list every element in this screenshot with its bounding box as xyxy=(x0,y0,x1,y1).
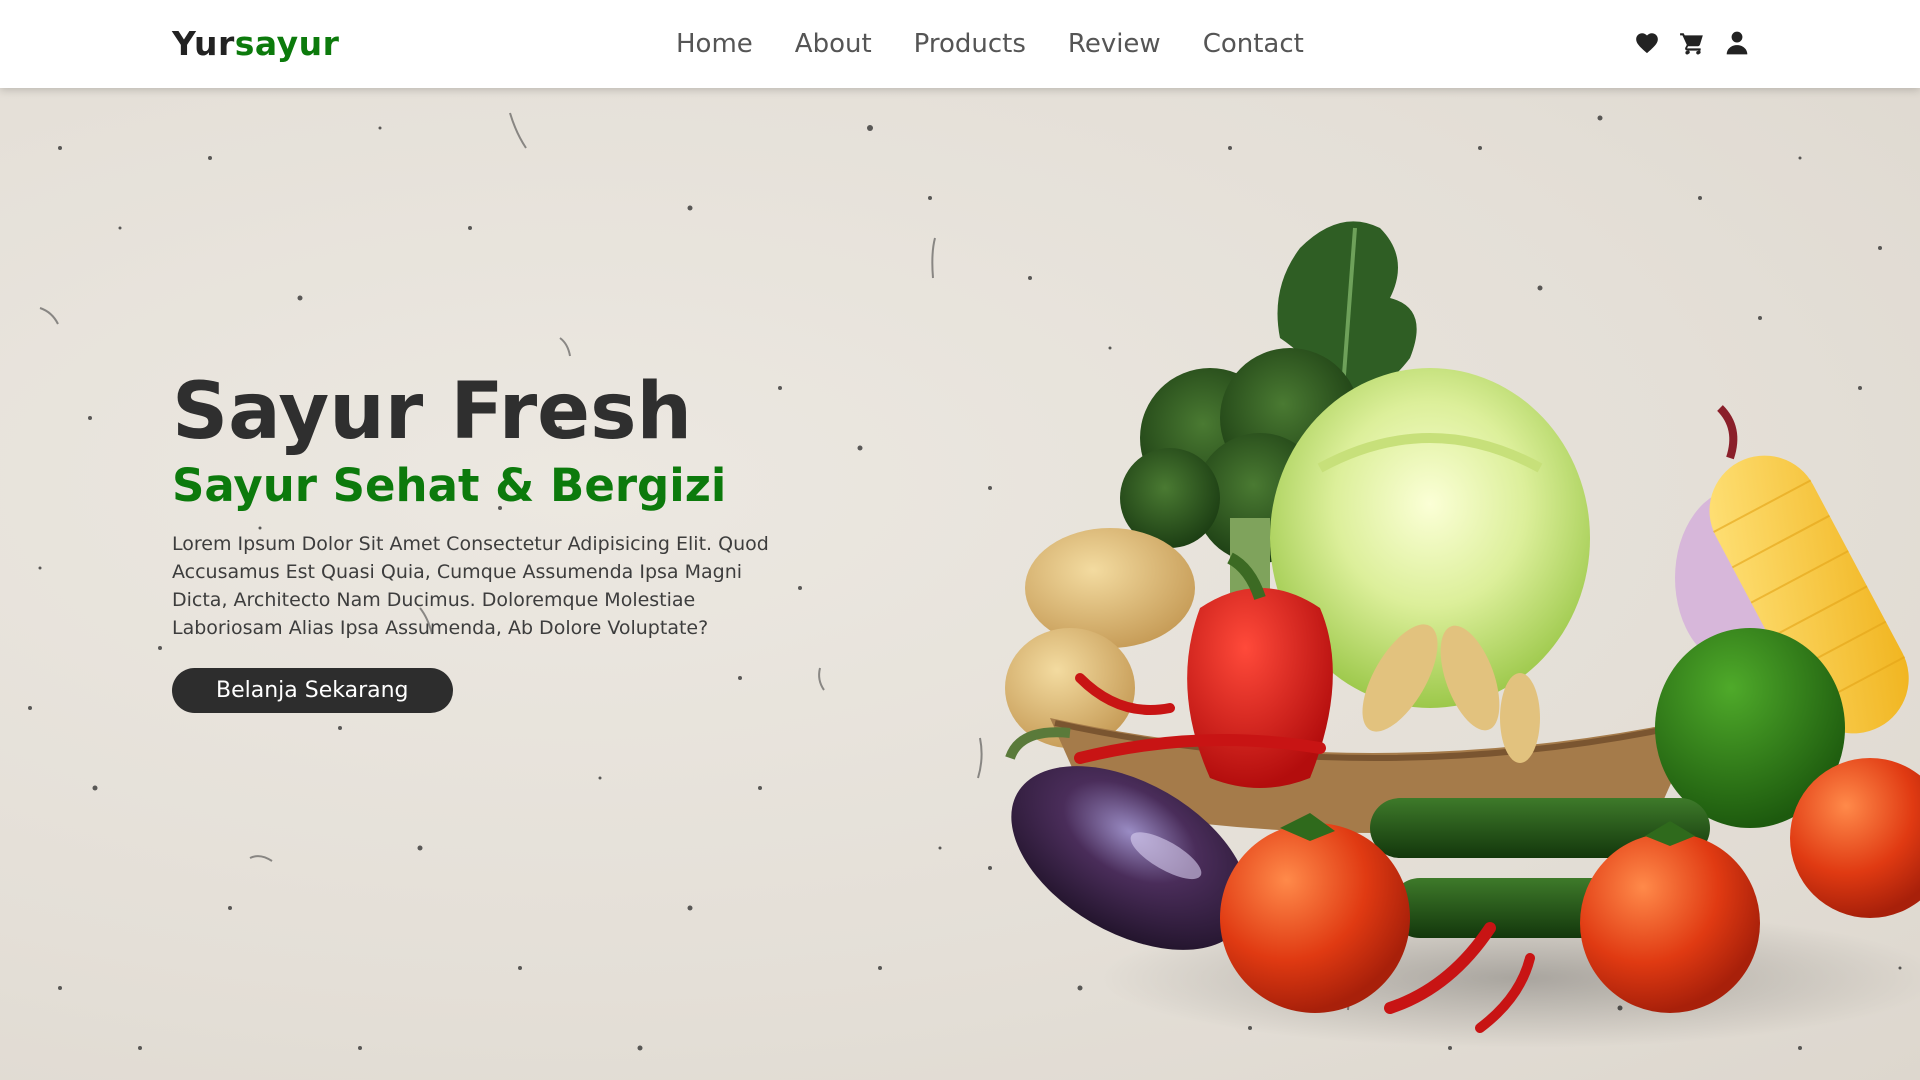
nav-icons xyxy=(1634,30,1750,56)
user-icon[interactable] xyxy=(1724,30,1750,56)
brand-logo[interactable]: Yursayur xyxy=(172,24,339,63)
hero-section: Sayur Fresh Sayur Sehat & Bergizi Lorem … xyxy=(0,88,1920,1080)
brand-accent: sayur xyxy=(234,24,340,63)
hero-title: Sayur Fresh xyxy=(172,367,693,457)
hero-content: Sayur Fresh Sayur Sehat & Bergizi Lorem … xyxy=(172,368,792,713)
vegetable-basket-image xyxy=(1005,221,1920,1048)
nav-link-contact[interactable]: Contact xyxy=(1203,26,1304,62)
main-nav: Home About Products Review Contact xyxy=(655,26,1325,62)
hero-subtitle: Sayur Sehat & Bergizi xyxy=(172,459,727,512)
brand-prefix: Yur xyxy=(172,24,235,63)
nav-link-review[interactable]: Review xyxy=(1068,26,1161,62)
navbar: Yursayur Home About Products Review Cont… xyxy=(0,0,1920,88)
nav-link-home[interactable]: Home xyxy=(676,26,753,62)
nav-link-about[interactable]: About xyxy=(795,26,872,62)
nav-link-products[interactable]: Products xyxy=(914,26,1026,62)
hero-description: Lorem Ipsum Dolor Sit Amet Consectetur A… xyxy=(172,533,769,639)
shop-now-button[interactable]: Belanja Sekarang xyxy=(172,668,453,713)
heart-icon[interactable] xyxy=(1634,30,1660,56)
cart-icon[interactable] xyxy=(1679,30,1705,56)
